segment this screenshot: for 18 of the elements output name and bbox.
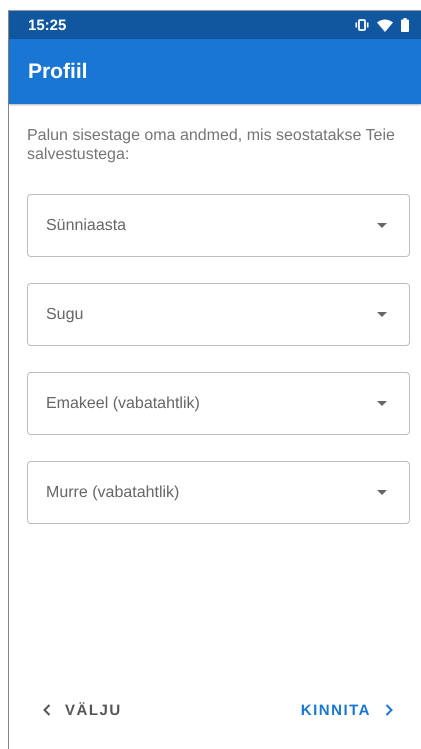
vibrate-icon	[355, 19, 369, 31]
dropdown-field[interactable]: Sünniaasta	[27, 194, 410, 257]
dropdown-field[interactable]: Emakeel (vabatahtlik)	[27, 372, 410, 435]
status-time: 15:25	[28, 16, 66, 34]
dropdown-arrow-icon	[377, 312, 387, 317]
intro-text: Palun sisestage oma andmed, mis seostatakse Teie salvestustega:	[27, 126, 396, 164]
dropdown-field[interactable]: Sugu	[27, 283, 410, 346]
dropdown-arrow-icon	[377, 223, 387, 228]
chevron-right-icon	[385, 704, 393, 716]
dropdown-field[interactable]: Murre (vabatahtlik)	[27, 461, 410, 524]
battery-icon	[401, 18, 409, 32]
dropdown-arrow-icon	[377, 401, 387, 406]
wifi-icon	[377, 18, 393, 32]
exit-button[interactable]: VÄLJU	[35, 696, 130, 724]
app-title: Profiil	[28, 60, 88, 84]
dropdown-arrow-icon	[377, 490, 387, 495]
chevron-left-icon	[43, 704, 51, 716]
confirm-button[interactable]: KINNITA	[292, 696, 401, 724]
